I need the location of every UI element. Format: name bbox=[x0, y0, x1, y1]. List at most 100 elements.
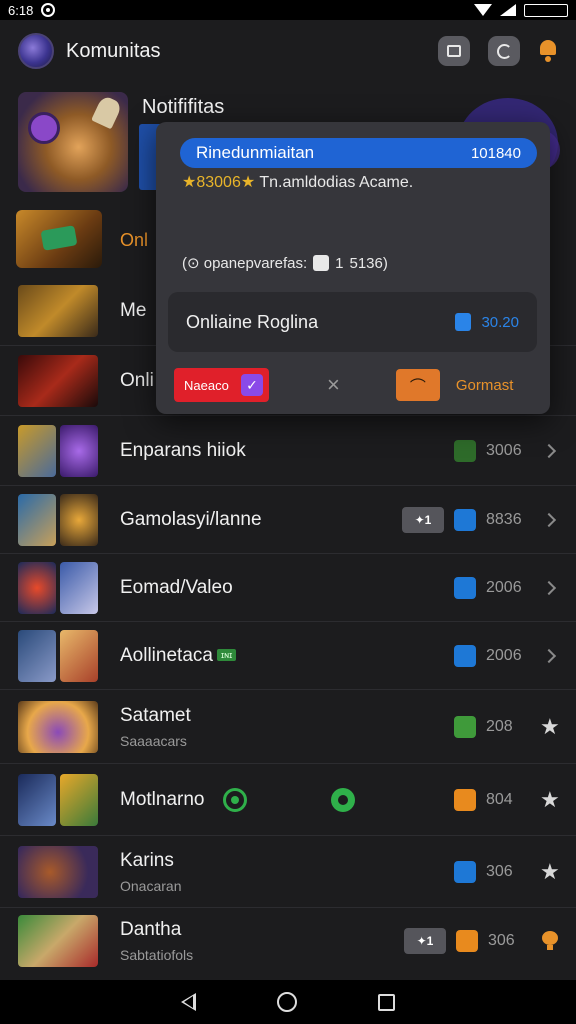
item-count: 2006 bbox=[486, 578, 522, 596]
refresh-icon bbox=[496, 43, 512, 59]
bookmark-icon bbox=[455, 313, 472, 331]
chevron-right-icon[interactable] bbox=[541, 512, 557, 527]
list-thumbnail bbox=[18, 700, 98, 753]
star-icon[interactable]: ★ bbox=[540, 788, 560, 811]
list-item-subtitle: Sabtatiofols bbox=[120, 947, 194, 963]
popup-subtitle-text: Tn.amldodias Acame. bbox=[259, 174, 414, 191]
status-icon bbox=[454, 788, 476, 811]
list-item-title: Onli bbox=[120, 369, 154, 391]
notification-popup: Rinedunmiaitan 101840 ★83006★ Tn.amldodi… bbox=[156, 122, 550, 414]
action-label[interactable]: Gormast bbox=[456, 377, 514, 394]
status-icon bbox=[454, 508, 476, 531]
banner-art bbox=[18, 92, 128, 192]
status-icon bbox=[454, 715, 476, 738]
status-icon bbox=[454, 576, 476, 599]
list-thumbnail bbox=[18, 773, 98, 826]
rating-stars: ★83006★ bbox=[182, 174, 256, 191]
back-icon[interactable] bbox=[180, 993, 196, 1011]
signal-icon bbox=[500, 4, 516, 16]
popup-card[interactable]: Onliaine Roglina 30.20 bbox=[168, 292, 537, 352]
settings-icon[interactable] bbox=[330, 787, 355, 812]
app-header: Komunitas bbox=[0, 28, 576, 74]
item-count: 3006 bbox=[486, 441, 522, 459]
popup-value: 101840 bbox=[470, 144, 521, 162]
list-item[interactable]: Eomad/Valeo 2006 bbox=[0, 554, 576, 622]
list-item-title: Me bbox=[120, 299, 147, 321]
item-count: 306 bbox=[488, 932, 515, 949]
recent-apps-icon[interactable] bbox=[378, 993, 396, 1011]
status-icon bbox=[456, 930, 478, 952]
notification-dot-icon bbox=[41, 3, 56, 17]
wifi-icon bbox=[474, 4, 492, 16]
list-item[interactable]: Gamolasyi/lanne ✦1 8836 bbox=[0, 486, 576, 554]
refresh-button[interactable] bbox=[488, 36, 520, 66]
chevron-right-icon[interactable] bbox=[541, 580, 557, 595]
notification-bell-icon[interactable] bbox=[538, 40, 558, 62]
list-item[interactable]: Dantha Sabtatiofols ✦1 306 bbox=[0, 908, 576, 974]
star-icon[interactable]: ★ bbox=[540, 860, 560, 883]
list-item-title: Motlnarno bbox=[120, 788, 205, 810]
new-badge: ɪɴɪ bbox=[216, 649, 237, 662]
list-item-title: Gamolasyi/lanne bbox=[120, 508, 262, 530]
banner-title: Notififitas bbox=[142, 96, 225, 118]
app-avatar[interactable] bbox=[18, 33, 54, 69]
popup-subtitle: ★83006★ Tn.amldodias Acame. bbox=[182, 172, 413, 192]
status-icon bbox=[454, 860, 476, 883]
list-item[interactable]: Aollinetaca ɪɴɪ 2006 bbox=[0, 622, 576, 690]
list-thumbnail bbox=[18, 915, 98, 967]
status-bar: 6:18 bbox=[0, 0, 576, 20]
list-item-title: Karins bbox=[120, 849, 174, 871]
window-icon bbox=[447, 45, 461, 57]
item-count: 2006 bbox=[486, 646, 522, 664]
close-icon[interactable]: × bbox=[327, 372, 340, 398]
list-thumbnail bbox=[18, 629, 98, 682]
list-item-subtitle: Onacaran bbox=[120, 877, 182, 894]
list-item[interactable]: Satamet Saaaacars 208 ★ bbox=[0, 690, 576, 764]
list-item[interactable]: Karins Onacaran 306 ★ bbox=[0, 836, 576, 908]
chevron-right-icon[interactable] bbox=[541, 443, 557, 458]
lightbulb-icon[interactable] bbox=[542, 931, 558, 951]
list-item[interactable]: Motlnarno 804 ★ bbox=[0, 764, 576, 836]
status-icon bbox=[454, 439, 476, 462]
battery-icon bbox=[524, 3, 568, 17]
status-time: 6:18 bbox=[8, 2, 34, 18]
confirm-button[interactable]: Naeaco ✓ bbox=[174, 368, 269, 402]
check-icon: ✓ bbox=[241, 374, 263, 396]
list-thumbnail bbox=[18, 424, 98, 477]
list-item-title: Satamet bbox=[120, 704, 191, 726]
list-item[interactable]: Enparans hiiok 3006 bbox=[0, 416, 576, 486]
refresh-circle-icon[interactable] bbox=[222, 787, 247, 812]
list-item-title: Aollinetaca ɪɴɪ bbox=[120, 645, 237, 667]
popup-header-bar[interactable]: Rinedunmiaitan 101840 bbox=[180, 138, 537, 168]
item-count: 306 bbox=[486, 862, 513, 880]
status-icon bbox=[454, 644, 476, 667]
popup-card-title: Onliaine Roglina bbox=[186, 311, 319, 332]
popup-card-value: 30.20 bbox=[481, 313, 519, 331]
promo-art bbox=[16, 210, 102, 268]
item-count: 804 bbox=[486, 790, 513, 808]
list-thumbnail bbox=[18, 354, 98, 407]
system-nav-bar bbox=[0, 980, 576, 1024]
list-item-subtitle: Saaaacars bbox=[120, 732, 187, 749]
home-icon[interactable] bbox=[276, 992, 297, 1012]
list-item-title: Dantha bbox=[120, 919, 182, 940]
page-title: Komunitas bbox=[66, 39, 161, 62]
window-button[interactable] bbox=[438, 36, 470, 66]
promo-label: Onl bbox=[120, 230, 149, 250]
popup-meta: (⊙ opanepvarefas: 1 5136) bbox=[182, 254, 388, 273]
popup-title: Rinedunmiaitan bbox=[196, 143, 315, 162]
popup-actions: Naeaco ✓ × ⌒ Gormast bbox=[174, 368, 536, 402]
item-count: 8836 bbox=[486, 510, 522, 528]
list-thumbnail bbox=[18, 284, 98, 337]
list-item-title: Enparans hiiok bbox=[120, 439, 246, 461]
user-button[interactable]: ⌒ bbox=[395, 369, 440, 401]
item-count: 208 bbox=[486, 717, 513, 735]
list-item-title: Eomad/Valeo bbox=[120, 576, 233, 598]
tag-badge: ✦1 bbox=[404, 928, 446, 954]
list-thumbnail bbox=[18, 561, 98, 614]
list-thumbnail bbox=[18, 493, 98, 546]
tag-badge: ✦1 bbox=[402, 506, 444, 533]
thumbs-up-icon bbox=[313, 255, 330, 271]
chevron-right-icon[interactable] bbox=[541, 648, 557, 663]
star-icon[interactable]: ★ bbox=[540, 715, 560, 738]
